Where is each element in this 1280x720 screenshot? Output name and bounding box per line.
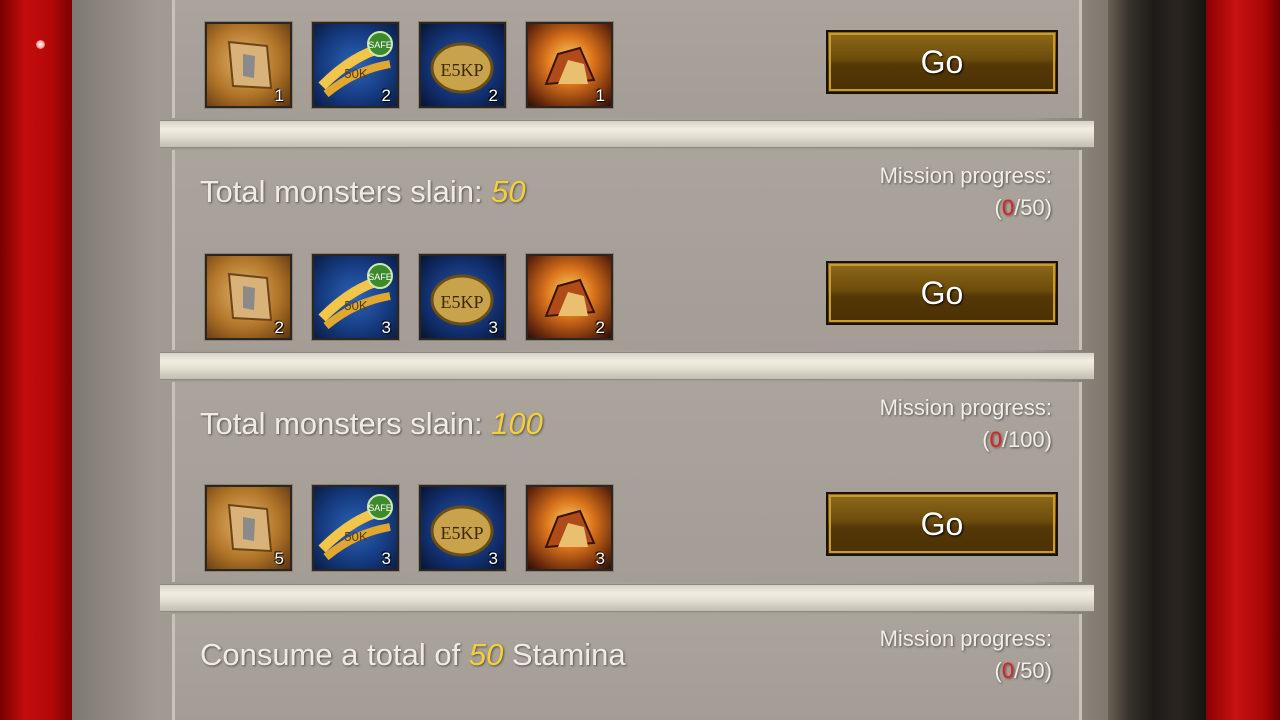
go-button[interactable]: Go	[826, 30, 1058, 94]
reward-count: 2	[274, 318, 284, 337]
progress-label: Mission progress:	[879, 626, 1052, 651]
reward-count: 2	[381, 86, 391, 105]
wheat-item-icon[interactable]: SAFE 50K 2	[312, 22, 399, 108]
mission-progress: Mission progress: (0/50)	[880, 623, 1052, 687]
progress-current: 0	[1001, 195, 1015, 220]
reward-count: 1	[274, 86, 284, 105]
card-divider	[160, 352, 1094, 380]
right-frame	[1108, 0, 1208, 720]
wheat-value-label: 50K	[344, 298, 367, 313]
reward-count: 3	[488, 549, 498, 568]
progress-label: Mission progress:	[879, 163, 1052, 188]
exp-item-icon[interactable]: E5KP 3	[419, 485, 506, 571]
chest-item-icon[interactable]: 1	[526, 22, 613, 108]
exp-item-icon[interactable]: E5KP 2	[419, 22, 506, 108]
scroll-item-icon[interactable]: 5	[205, 485, 292, 571]
mission-target-value: 50	[491, 174, 526, 209]
progress-current: 0	[1001, 658, 1015, 683]
reward-count: 5	[274, 549, 284, 568]
right-border	[1206, 0, 1280, 720]
chest-item-icon[interactable]: 3	[526, 485, 613, 571]
go-button[interactable]: Go	[826, 261, 1058, 325]
progress-current: 0	[989, 427, 1002, 452]
safe-badge: SAFE	[368, 503, 392, 513]
reward-count: 1	[595, 86, 605, 105]
wheat-value-label: 50K	[344, 529, 367, 544]
exp-value-label: E5KP	[440, 292, 483, 312]
wheat-item-icon[interactable]: SAFE 50K 3	[312, 485, 399, 571]
reward-list: 1 SAFE 50K 2 E5KP 2 1	[205, 22, 613, 108]
reward-count: 3	[381, 549, 391, 568]
mission-target-value: 100	[491, 406, 543, 441]
mission-progress: Mission progress: (0/100)	[880, 392, 1052, 456]
reward-list: 2 SAFE 50K 3 E5KP 3 2	[205, 254, 613, 340]
left-border	[0, 0, 72, 720]
exp-value-label: E5KP	[440, 523, 483, 543]
safe-badge: SAFE	[368, 40, 392, 50]
card-divider	[160, 120, 1094, 148]
reward-list: 5 SAFE 50K 3 E5KP 3 3	[205, 485, 613, 571]
reward-count: 3	[595, 549, 605, 568]
card-divider	[160, 584, 1094, 612]
mission-progress: Mission progress: (0/50)	[880, 160, 1052, 224]
exp-value-label: E5KP	[440, 60, 483, 80]
progress-label: Mission progress:	[879, 395, 1052, 420]
reward-count: 3	[381, 318, 391, 337]
scroll-item-icon[interactable]: 1	[205, 22, 292, 108]
reward-count: 3	[488, 318, 498, 337]
sparkle-icon	[36, 40, 45, 49]
scroll-item-icon[interactable]: 2	[205, 254, 292, 340]
mission-title: Total monsters slain: 50	[200, 174, 526, 209]
safe-badge: SAFE	[368, 272, 392, 282]
mission-title: Total monsters slain: 100	[200, 406, 543, 441]
wheat-value-label: 50K	[344, 66, 367, 81]
mission-target-value: 50	[468, 637, 504, 672]
reward-count: 2	[488, 86, 498, 105]
wheat-item-icon[interactable]: SAFE 50K 3	[312, 254, 399, 340]
reward-count: 2	[595, 318, 605, 337]
mission-title: Consume a total of 50 Stamina	[200, 637, 626, 672]
go-button[interactable]: Go	[826, 492, 1058, 556]
chest-item-icon[interactable]: 2	[526, 254, 613, 340]
exp-item-icon[interactable]: E5KP 3	[419, 254, 506, 340]
